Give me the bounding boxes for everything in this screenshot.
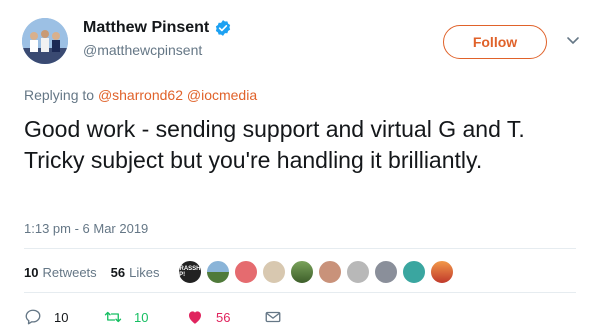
- liker-avatar[interactable]: [262, 260, 286, 284]
- tweet-stats: 10 Retweets 56 Likes: [24, 265, 174, 280]
- user-info: Matthew Pinsent @matthewcpinsent: [83, 19, 232, 58]
- like-button[interactable]: 56: [186, 308, 230, 326]
- retweet-stat[interactable]: 10 Retweets: [24, 265, 97, 280]
- liker-badge-text: GRASSHO UP!: [179, 266, 201, 278]
- replying-to: Replying to @sharrond62 @iocmedia: [24, 87, 257, 103]
- user-handle[interactable]: @matthewcpinsent: [83, 42, 232, 58]
- tweet-actions: 10 10 56: [24, 308, 304, 328]
- heart-icon: [189, 311, 201, 324]
- liker-avatar[interactable]: GRASSHO UP!: [178, 260, 202, 284]
- like-action-count: 56: [216, 309, 231, 325]
- timestamp[interactable]: 1:13 pm - 6 Mar 2019: [24, 221, 148, 236]
- envelope-icon: [265, 311, 281, 323]
- chevron-down-icon[interactable]: [566, 36, 580, 46]
- replying-to-label: Replying to: [24, 87, 95, 103]
- liker-avatar[interactable]: [430, 260, 454, 284]
- follow-button[interactable]: Follow: [443, 25, 547, 59]
- verified-badge-icon: [216, 20, 231, 36]
- liker-avatar[interactable]: [234, 260, 258, 284]
- avatar[interactable]: [22, 18, 68, 64]
- like-count: 56: [110, 265, 126, 280]
- like-label: Likes: [129, 265, 160, 280]
- liker-avatar[interactable]: [374, 260, 398, 284]
- display-name[interactable]: Matthew Pinsent: [83, 19, 209, 37]
- liker-avatar[interactable]: [206, 260, 230, 284]
- like-stat[interactable]: 56 Likes: [111, 265, 160, 280]
- liker-avatars: GRASSHO UP!: [178, 260, 458, 284]
- tweet-text: Good work - sending support and virtual …: [24, 116, 525, 173]
- retweet-label: Retweets: [42, 265, 97, 280]
- liker-avatar[interactable]: [346, 260, 370, 284]
- reply-count: 10: [54, 309, 69, 325]
- retweet-count: 10: [24, 265, 39, 280]
- retweet-button[interactable]: 10: [104, 308, 148, 326]
- liker-avatar[interactable]: [402, 260, 426, 284]
- divider: [24, 292, 576, 293]
- mention-link[interactable]: @sharrond62: [98, 87, 183, 103]
- dm-button[interactable]: [264, 308, 282, 326]
- mention-link[interactable]: @iocmedia: [187, 87, 257, 103]
- liker-avatar[interactable]: [318, 260, 342, 284]
- retweet-action-count: 10: [134, 309, 149, 325]
- liker-avatar[interactable]: [290, 260, 314, 284]
- reply-icon: [25, 309, 41, 325]
- tweet-header: Matthew Pinsent @matthewcpinsent Follow: [0, 0, 600, 80]
- reply-button[interactable]: 10: [24, 308, 68, 326]
- divider: [24, 248, 576, 249]
- retweet-icon: [104, 311, 122, 323]
